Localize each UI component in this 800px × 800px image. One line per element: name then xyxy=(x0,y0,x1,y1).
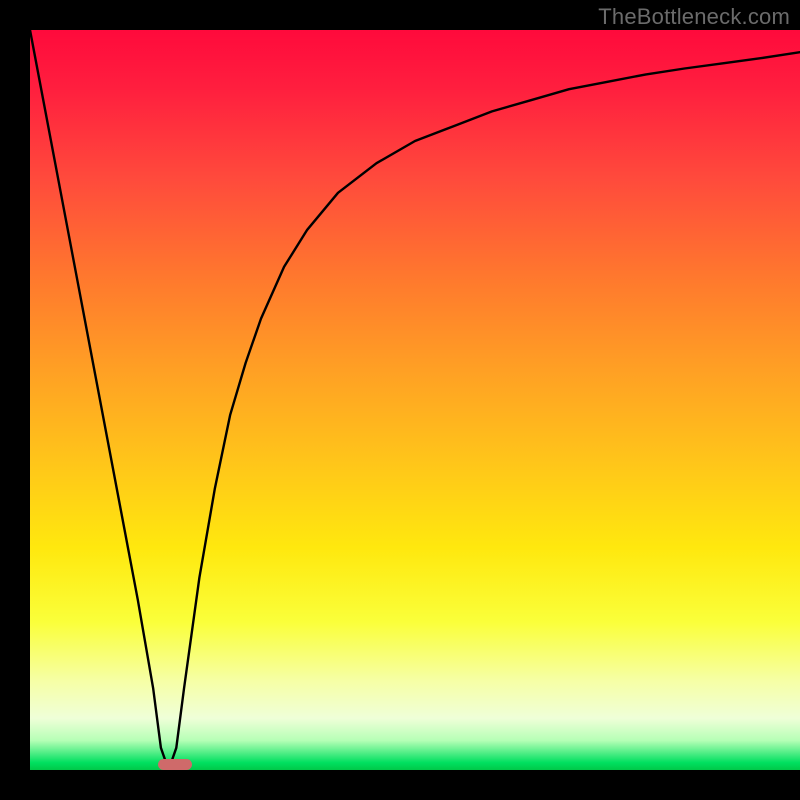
watermark-text: TheBottleneck.com xyxy=(598,4,790,30)
bottleneck-curve xyxy=(30,30,800,770)
chart-frame: TheBottleneck.com xyxy=(0,0,800,800)
optimal-marker xyxy=(158,759,192,770)
plot-area xyxy=(30,30,800,770)
